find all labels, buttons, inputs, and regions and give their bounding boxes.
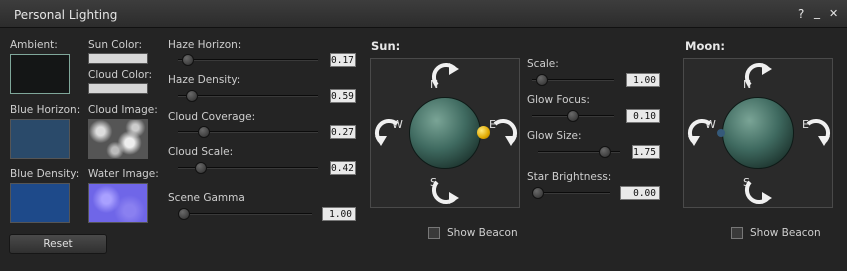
- haze-horizon-slider-thumb[interactable]: [182, 54, 194, 66]
- haze-horizon-label: Haze Horizon:: [168, 39, 242, 51]
- close-button[interactable]: ✕: [829, 7, 838, 20]
- scale-slider-thumb[interactable]: [536, 74, 548, 86]
- blue-density-color-swatch[interactable]: [10, 183, 70, 223]
- scale-label: Scale:: [527, 58, 559, 70]
- haze-horizon-slider[interactable]: [178, 54, 318, 66]
- moon-rotate-east-icon[interactable]: [804, 116, 834, 150]
- glow-size-value[interactable]: 1.75: [632, 145, 660, 159]
- scene-gamma-slider[interactable]: [178, 208, 312, 220]
- star-brightness-value[interactable]: 0.00: [620, 186, 660, 200]
- glow-focus-slider[interactable]: [532, 110, 614, 122]
- cloud-image-thumbnail[interactable]: [88, 119, 148, 159]
- sun-position-control[interactable]: N S W E: [370, 58, 520, 208]
- haze-density-value[interactable]: 0.59: [330, 89, 356, 103]
- sun-rotate-west-icon[interactable]: [371, 116, 401, 150]
- scene-gamma-label: Scene Gamma: [168, 192, 245, 204]
- moon-rotate-west-icon[interactable]: [684, 116, 714, 150]
- reset-button[interactable]: Reset: [9, 234, 107, 254]
- scale-slider[interactable]: [532, 74, 614, 86]
- scene-gamma-value[interactable]: 1.00: [322, 207, 356, 221]
- haze-density-slider[interactable]: [178, 90, 318, 102]
- haze-horizon-value[interactable]: 0.17: [330, 53, 356, 67]
- cloud-image-label: Cloud Image:: [88, 104, 158, 116]
- personal-lighting-panel: Ambient: Blue Horizon: Blue Density: Res…: [0, 28, 847, 271]
- moon-sphere[interactable]: [722, 97, 794, 169]
- moon-position-marker[interactable]: [717, 129, 725, 137]
- glow-focus-value[interactable]: 0.10: [626, 109, 660, 123]
- haze-density-label: Haze Density:: [168, 74, 241, 86]
- cloud-color-label: Cloud Color:: [88, 69, 153, 81]
- haze-density-slider-thumb[interactable]: [186, 90, 198, 102]
- sun-sphere[interactable]: [409, 97, 481, 169]
- cloud-color-swatch[interactable]: [88, 83, 148, 94]
- cloud-coverage-label: Cloud Coverage:: [168, 111, 256, 123]
- glow-focus-label: Glow Focus:: [527, 94, 590, 106]
- sun-show-beacon-checkbox[interactable]: [428, 227, 440, 239]
- ambient-color-swatch[interactable]: [10, 54, 70, 94]
- glow-size-label: Glow Size:: [527, 130, 582, 142]
- blue-horizon-color-swatch[interactable]: [10, 119, 70, 159]
- sun-rotate-east-icon[interactable]: [491, 116, 521, 150]
- window-title: Personal Lighting: [14, 8, 118, 22]
- cloud-scale-label: Cloud Scale:: [168, 146, 234, 158]
- sun-show-beacon-label: Show Beacon: [447, 227, 518, 239]
- blue-horizon-label: Blue Horizon:: [10, 104, 81, 116]
- moon-title: Moon:: [685, 39, 726, 53]
- help-button[interactable]: ?: [798, 7, 804, 21]
- window-titlebar[interactable]: Personal Lighting ? _ ✕: [0, 0, 847, 28]
- sun-rotate-south-icon[interactable]: [429, 178, 463, 208]
- cloud-scale-slider-thumb[interactable]: [195, 162, 207, 174]
- moon-show-beacon-checkbox[interactable]: [731, 227, 743, 239]
- cloud-coverage-value[interactable]: 0.27: [330, 125, 356, 139]
- scene-gamma-slider-thumb[interactable]: [178, 208, 190, 220]
- minimize-button[interactable]: _: [814, 5, 820, 19]
- cloud-coverage-slider-thumb[interactable]: [198, 126, 210, 138]
- star-brightness-slider-thumb[interactable]: [532, 187, 544, 199]
- moon-rotate-north-icon[interactable]: [742, 59, 776, 89]
- star-brightness-label: Star Brightness:: [527, 171, 612, 183]
- cloud-scale-slider[interactable]: [178, 162, 318, 174]
- sun-color-swatch[interactable]: [88, 53, 148, 64]
- scale-value[interactable]: 1.00: [626, 73, 660, 87]
- moon-position-control[interactable]: N S W E: [683, 58, 833, 208]
- water-image-thumbnail[interactable]: [88, 183, 148, 223]
- cloud-coverage-slider[interactable]: [178, 126, 318, 138]
- glow-focus-slider-thumb[interactable]: [567, 110, 579, 122]
- sun-color-label: Sun Color:: [88, 39, 143, 51]
- glow-size-slider-thumb[interactable]: [599, 146, 611, 158]
- blue-density-label: Blue Density:: [10, 168, 80, 180]
- sun-title: Sun:: [371, 39, 401, 53]
- glow-size-slider[interactable]: [538, 146, 620, 158]
- cloud-scale-value[interactable]: 0.42: [330, 161, 356, 175]
- water-image-label: Water Image:: [88, 168, 159, 180]
- moon-rotate-south-icon[interactable]: [742, 178, 776, 208]
- sun-rotate-north-icon[interactable]: [429, 59, 463, 89]
- moon-show-beacon-label: Show Beacon: [750, 227, 821, 239]
- ambient-label: Ambient:: [10, 39, 58, 51]
- star-brightness-slider[interactable]: [532, 187, 610, 199]
